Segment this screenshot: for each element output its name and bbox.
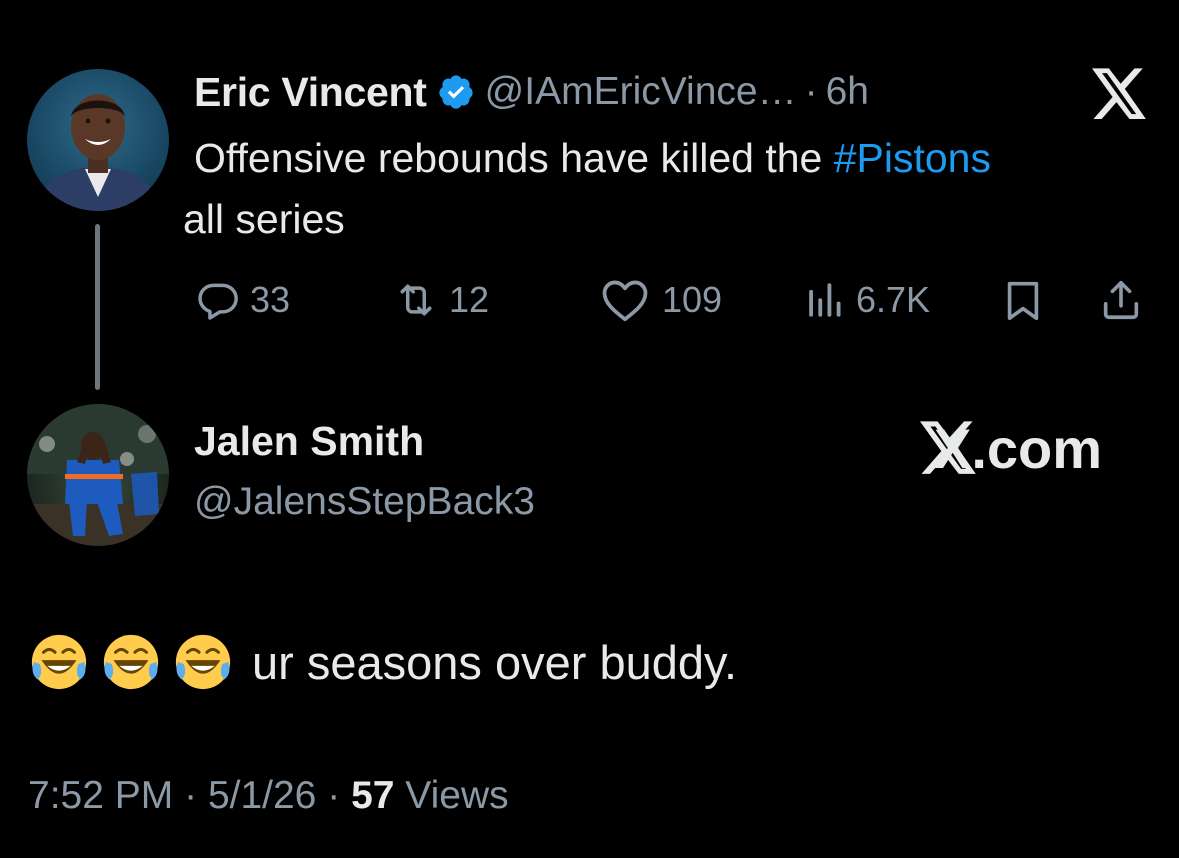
reply-views-count[interactable]: 57 [351, 774, 394, 817]
views-count: 6.7K [856, 279, 931, 320]
reply-body-text: ur seasons over buddy. [252, 635, 738, 689]
avatar-eric-vincent[interactable] [27, 69, 169, 211]
reply-text: ur seasons over buddy. [28, 624, 737, 700]
bookmark-icon [1007, 281, 1039, 321]
reply-action[interactable]: 33 [196, 275, 290, 325]
reply-author-handle[interactable]: @JalensStepBack3 [194, 480, 535, 524]
share-action[interactable] [1098, 275, 1144, 325]
x-logo-icon[interactable] [1092, 68, 1148, 120]
tears-of-joy-emoji-icon [31, 634, 87, 690]
verified-badge-icon [439, 75, 473, 109]
reply-date[interactable]: 5/1/26 [208, 774, 316, 817]
reply-timestamp-footer: 7:52 PM · 5/1/26 · 57 Views [28, 774, 509, 818]
header-separator: · [804, 70, 818, 113]
reply-count: 33 [250, 279, 291, 320]
like-icon [602, 280, 648, 322]
tweet-text-part2: all series [183, 196, 345, 242]
avatar-jalen-smith[interactable] [27, 404, 169, 546]
xcom-watermark-text: X.com [934, 416, 1103, 480]
repost-action[interactable]: 12 [393, 275, 489, 325]
views-icon [809, 283, 841, 317]
avatar-basketball-photo [27, 404, 169, 546]
share-icon [1103, 280, 1139, 320]
quoted-tweet-header: Eric Vincent @IAmEricVince… · 6h [194, 64, 869, 120]
avatar-person-illustration [35, 94, 161, 211]
views-action[interactable]: 6.7K [804, 275, 930, 325]
footer-separator: · [327, 774, 341, 817]
tears-of-joy-emoji-icon [175, 634, 231, 690]
reply-views-label: Views [405, 774, 509, 817]
tears-of-joy-emoji-icon [103, 634, 159, 690]
reply-author-display-name[interactable]: Jalen Smith [194, 418, 424, 465]
repost-icon [400, 284, 432, 316]
like-count: 109 [662, 279, 723, 320]
quoted-tweet-text: Offensive rebounds have killed the #Pist… [183, 128, 1154, 250]
tweet-text-part1: Offensive rebounds have killed the [194, 135, 834, 181]
reply-time[interactable]: 7:52 PM [28, 774, 173, 817]
hashtag-link[interactable]: #Pistons [834, 135, 991, 181]
author-display-name[interactable]: Eric Vincent [194, 69, 427, 116]
repost-count: 12 [449, 279, 490, 320]
reply-icon [198, 283, 238, 320]
thread-connector-line [95, 224, 100, 390]
author-handle[interactable]: @IAmEricVince… [485, 70, 797, 114]
tweet-age[interactable]: 6h [826, 70, 869, 114]
footer-separator: · [184, 774, 198, 817]
xcom-watermark: X.com [920, 413, 1102, 483]
like-action[interactable]: 109 [598, 275, 722, 325]
bookmark-action[interactable] [1000, 275, 1046, 325]
